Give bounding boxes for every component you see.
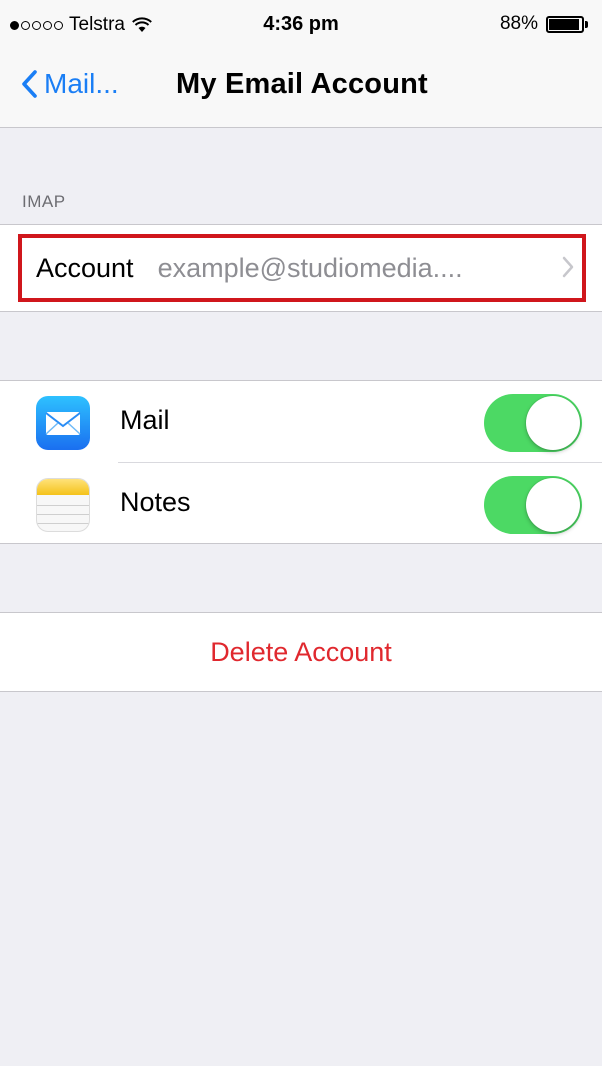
account-label: Account (36, 252, 134, 283)
mail-toggle[interactable] (484, 394, 582, 452)
section-header-imap: IMAP (22, 192, 66, 211)
account-group: Account example@studiomedia.... (0, 224, 602, 312)
notes-app-icon (36, 478, 90, 532)
battery-percent: 88% (499, 13, 538, 34)
notes-toggle[interactable] (484, 476, 582, 534)
status-right: 88% (500, 13, 588, 35)
notes-icon-line (37, 505, 89, 506)
mail-app-icon (36, 396, 90, 450)
settings-screen: Telstra 4:36 pm 88% Mail... My Email Acc… (0, 0, 602, 1066)
mail-row: Mail (0, 381, 602, 463)
battery-level (549, 18, 579, 30)
toggle-knob (526, 478, 580, 532)
navigation-bar: Mail... My Email Account (0, 56, 602, 116)
mail-label: Mail (120, 405, 170, 435)
page-title: My Email Account (176, 68, 428, 100)
notes-label: Notes (120, 487, 191, 517)
back-button[interactable]: Mail... (20, 68, 119, 100)
battery-icon (546, 15, 584, 33)
toggle-knob (526, 396, 580, 450)
delete-group: Delete Account (0, 612, 602, 692)
delete-account-button[interactable]: Delete Account (0, 613, 602, 691)
notes-icon-line (37, 523, 89, 524)
envelope-icon (45, 412, 81, 435)
chevron-left-icon (22, 70, 37, 98)
notes-icon-header (37, 479, 89, 495)
status-bar: Telstra 4:36 pm 88% (0, 0, 602, 48)
notes-row: Notes (0, 463, 602, 545)
chevron-right-icon (562, 256, 574, 278)
notes-icon-line (37, 514, 89, 515)
account-value: example@studiomedia.... (157, 252, 463, 283)
battery-tip (585, 20, 588, 28)
account-row[interactable]: Account example@studiomedia.... (18, 234, 586, 302)
services-group: Mail Notes (0, 380, 602, 544)
header: Telstra 4:36 pm 88% Mail... My Email Acc… (0, 0, 602, 128)
back-label: Mail... (44, 68, 119, 99)
